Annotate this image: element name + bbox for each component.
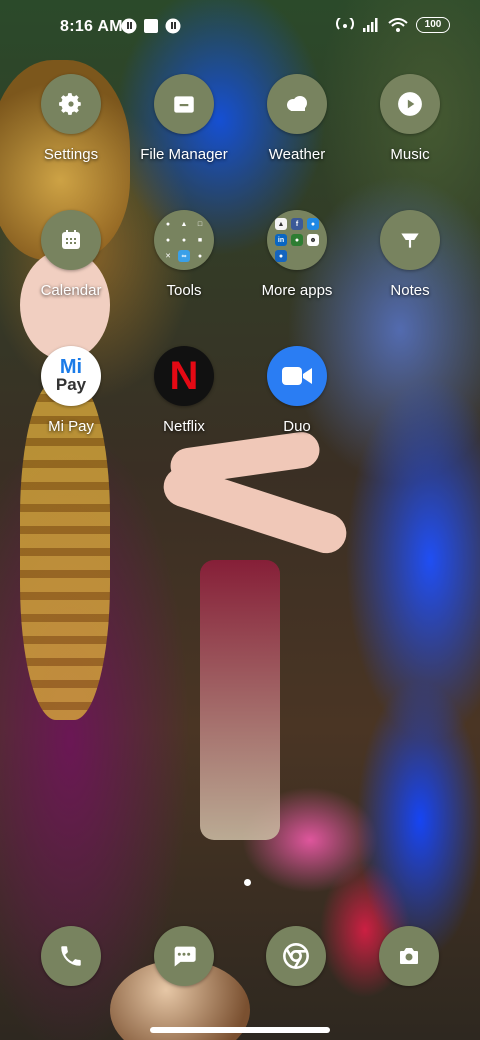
tools-folder-icon: ● ▲ □ ● ● ■ ✕ ∞ ●	[154, 210, 214, 270]
netflix-logo: N	[169, 353, 199, 398]
mi-pay-logo-bottom: Pay	[55, 375, 87, 394]
mini-app-icon: ●	[307, 218, 319, 230]
app-duo[interactable]: Duo	[242, 346, 352, 436]
calendar-icon	[41, 210, 101, 270]
app-label: Duo	[283, 418, 311, 435]
app-label: Weather	[268, 146, 326, 163]
mini-app-icon: ●	[291, 234, 303, 246]
dock-camera[interactable]	[379, 926, 439, 986]
linkedin-icon: in	[275, 234, 287, 246]
app-label: Notes	[390, 282, 430, 299]
notification-icon	[165, 18, 181, 34]
battery-icon: 100	[416, 17, 450, 33]
dock-phone[interactable]	[41, 926, 101, 986]
duo-icon	[267, 346, 327, 406]
app-label: Music	[390, 146, 430, 163]
mi-pay-logo-top: Mi	[59, 356, 83, 378]
app-netflix[interactable]: N Netflix	[129, 346, 239, 436]
tool-icon: ●	[197, 252, 203, 260]
apps-folder-icon: ▲ f ● in ● ☻ ●	[267, 210, 327, 270]
app-file-manager[interactable]: File Manager	[129, 74, 239, 164]
cloud-icon	[267, 74, 327, 134]
empty-slot	[291, 250, 303, 262]
mi-pay-icon: Mi Pay	[41, 346, 101, 406]
mini-app-icon: ●	[275, 250, 287, 262]
status-time: 8:16 AM	[60, 18, 123, 35]
mini-app-icon: ☻	[307, 234, 319, 246]
app-calendar[interactable]: Calendar	[16, 210, 126, 300]
tool-icon: ■	[197, 236, 203, 244]
phone-icon	[61, 946, 81, 966]
folder-preview: ● ▲ □ ● ● ■ ✕ ∞ ●	[162, 218, 206, 262]
app-label: Settings	[43, 146, 99, 163]
mini-app-icon: ▲	[275, 218, 287, 230]
app-label: Mi Pay	[48, 418, 94, 435]
tool-icon: ●	[181, 236, 187, 244]
tool-icon: □	[197, 220, 203, 228]
status-right: 100	[336, 17, 450, 33]
status-bar: 8:16 AM 100	[0, 0, 480, 56]
play-icon	[380, 74, 440, 134]
wallpaper-arm	[158, 461, 352, 559]
notification-icon	[121, 18, 137, 34]
app-music[interactable]: Music	[355, 74, 465, 164]
wifi-icon	[388, 18, 408, 32]
camera-icon	[400, 948, 418, 964]
gesture-nav-handle[interactable]	[150, 1027, 330, 1033]
folder-preview: ▲ f ● in ● ☻ ●	[275, 218, 319, 262]
gear-icon	[41, 74, 101, 134]
app-tools-folder[interactable]: ● ▲ □ ● ● ■ ✕ ∞ ● Tools	[129, 210, 239, 300]
app-mi-pay[interactable]: Mi Pay Mi Pay	[16, 346, 126, 436]
notification-icon	[144, 19, 158, 33]
empty-slot	[307, 250, 319, 262]
app-settings[interactable]: Settings	[16, 74, 126, 164]
page-indicator	[244, 879, 251, 886]
dock-chrome[interactable]	[266, 926, 326, 986]
tool-icon: ∞	[178, 250, 190, 262]
chrome-icon	[283, 943, 309, 969]
dock-messages[interactable]	[154, 926, 214, 986]
signal-icon	[363, 18, 378, 32]
tool-icon: ✕	[165, 253, 171, 260]
app-weather[interactable]: Weather	[242, 74, 352, 164]
app-label: Calendar	[40, 282, 102, 299]
notes-icon	[380, 210, 440, 270]
app-label: Tools	[166, 282, 202, 299]
facebook-icon: f	[291, 218, 303, 230]
app-label: More apps	[261, 282, 333, 299]
netflix-icon: N	[154, 346, 214, 406]
tool-icon: ▲	[180, 220, 188, 228]
tool-icon: ●	[165, 220, 171, 228]
app-notes[interactable]: Notes	[355, 210, 465, 300]
app-label: File Manager	[140, 146, 228, 163]
messages-icon	[174, 946, 196, 967]
folder-icon	[154, 74, 214, 134]
app-label: Netflix	[163, 418, 205, 435]
wallpaper-sari	[200, 560, 280, 840]
tool-icon: ●	[165, 236, 171, 244]
hotspot-icon	[336, 18, 354, 30]
app-more-apps-folder[interactable]: ▲ f ● in ● ☻ ● More apps	[242, 210, 352, 300]
